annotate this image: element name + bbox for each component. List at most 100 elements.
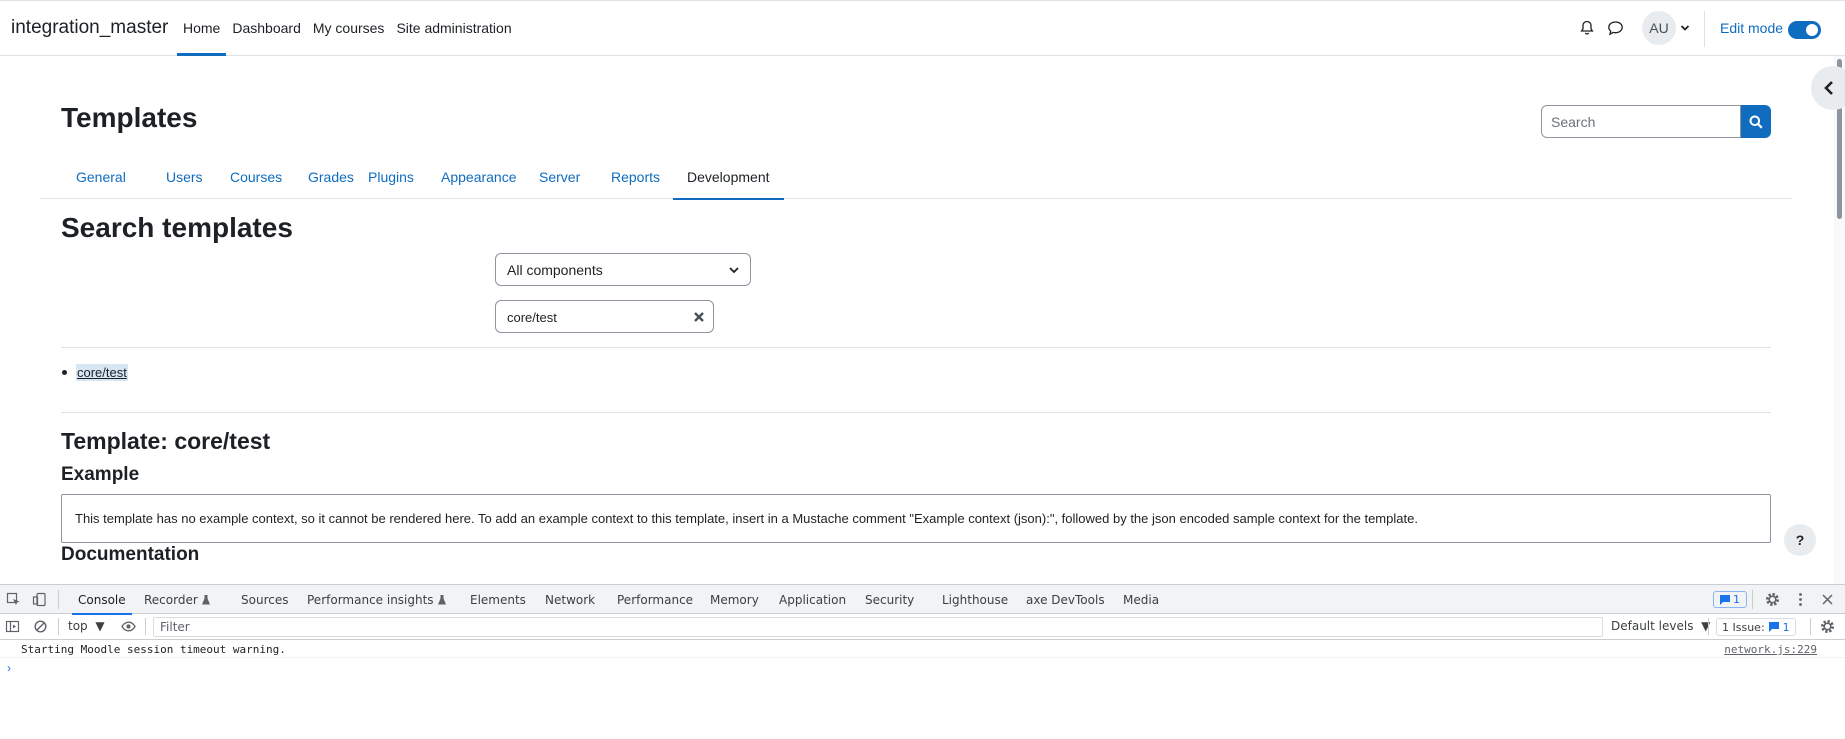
devtools-tab-performance-insights[interactable]: Performance insights [307, 585, 446, 614]
devtools-tab-recorder[interactable]: Recorder [144, 585, 210, 614]
gear-icon[interactable] [1765, 592, 1780, 607]
chevron-down-icon[interactable] [1680, 23, 1690, 33]
device-toolbar-icon[interactable] [32, 592, 47, 607]
issues-count: 1 [1782, 620, 1790, 634]
template-result-link[interactable]: core/test [76, 364, 128, 381]
edit-mode-toggle[interactable] [1788, 21, 1821, 39]
console-filter-input[interactable] [153, 617, 1603, 637]
console-source-link[interactable]: network.js:229 [1724, 643, 1817, 656]
devtools-tab-media[interactable]: Media [1123, 585, 1159, 614]
example-heading: Example [61, 464, 140, 485]
devtools-tab-elements[interactable]: Elements [470, 585, 526, 614]
message-icon [1768, 622, 1779, 632]
console-messages-badge[interactable]: 1 [1713, 591, 1747, 608]
clear-console-icon[interactable] [33, 619, 48, 634]
bullet [62, 370, 67, 375]
top-navbar: integration_master Home Dashboard My cou… [0, 0, 1845, 56]
devtools-tab-security[interactable]: Security [865, 585, 914, 614]
tab-reports[interactable]: Reports [597, 154, 674, 199]
log-levels-select[interactable]: Default levels ▼ [1611, 619, 1710, 633]
search-input[interactable] [1541, 105, 1741, 138]
context-value: top [68, 619, 88, 633]
tab-appearance[interactable]: Appearance [427, 154, 531, 199]
help-button[interactable]: ? [1784, 524, 1816, 556]
list-item: core/test [61, 364, 128, 381]
devtools-tab-memory[interactable]: Memory [710, 585, 759, 614]
example-text: This template has no example context, so… [75, 511, 1418, 526]
divider [61, 347, 1771, 348]
nav-home[interactable]: Home [177, 1, 227, 56]
notifications-bell-icon[interactable] [1579, 20, 1595, 36]
edit-mode-label[interactable]: Edit mode [1720, 20, 1783, 36]
nav-dashboard[interactable]: Dashboard [226, 1, 307, 55]
tab-development[interactable]: Development [673, 154, 784, 200]
nav-my-courses[interactable]: My courses [307, 1, 391, 55]
toolbar-separator [58, 618, 59, 635]
user-avatar[interactable]: AU [1642, 11, 1676, 45]
messages-chat-icon[interactable] [1607, 20, 1624, 37]
site-brand[interactable]: integration_master [11, 17, 168, 39]
toolbar-separator [58, 590, 59, 609]
devtools-tabbar: Console Recorder Sources Performance ins… [0, 585, 1845, 615]
eye-icon[interactable] [121, 619, 136, 634]
devtools-tab-sources[interactable]: Sources [241, 585, 288, 614]
chevron-left-icon [1824, 81, 1833, 95]
tab-server[interactable]: Server [525, 154, 594, 199]
console-message-row: Starting Moodle session timeout warning.… [0, 641, 1845, 658]
template-filter-input[interactable]: core/test [495, 300, 714, 333]
toggle-knob [1806, 24, 1818, 36]
toolbar-separator [1708, 618, 1709, 635]
devtools-panel: Console Recorder Sources Performance ins… [0, 584, 1845, 739]
component-select-value: All components [507, 261, 603, 278]
example-box: This template has no example context, so… [61, 494, 1771, 543]
page-title: Templates [61, 102, 198, 133]
devtools-tab-label: Performance insights [307, 592, 434, 607]
search-templates-heading: Search templates [61, 212, 293, 243]
console-settings-gear-icon[interactable] [1820, 619, 1835, 634]
console-prompt-chevron-icon[interactable]: › [7, 661, 11, 675]
toolbar-separator [1752, 590, 1753, 609]
console-message-text: Starting Moodle session timeout warning. [21, 643, 286, 656]
open-block-drawer-button[interactable] [1811, 66, 1845, 110]
devtools-tab-lighthouse[interactable]: Lighthouse [942, 585, 1008, 614]
devtools-tab-network[interactable]: Network [545, 585, 595, 614]
tab-courses[interactable]: Courses [216, 154, 296, 199]
tab-users[interactable]: Users [152, 154, 217, 199]
divider [61, 412, 1771, 413]
devtools-tab-performance[interactable]: Performance [617, 585, 693, 614]
clear-icon[interactable] [693, 311, 705, 323]
tab-plugins[interactable]: Plugins [354, 154, 428, 199]
console-toolbar: top ▼ Default levels ▼ 1 Issue: 1 [0, 614, 1845, 640]
more-options-icon[interactable] [1793, 592, 1808, 607]
help-label: ? [1795, 532, 1805, 548]
issues-button[interactable]: 1 Issue: 1 [1716, 618, 1796, 636]
issues-label: 1 Issue: [1722, 620, 1765, 634]
devtools-tab-axe-devtools[interactable]: axe DevTools [1026, 585, 1105, 614]
devtools-tab-console[interactable]: Console [72, 585, 132, 615]
template-title: Template: core/test [61, 428, 271, 454]
close-icon[interactable] [1820, 592, 1835, 607]
execution-context-select[interactable]: top ▼ [68, 619, 105, 633]
dropdown-triangle-icon: ▼ [91, 619, 105, 633]
documentation-heading: Documentation [61, 544, 200, 565]
show-sidebar-icon[interactable] [5, 619, 20, 634]
search-icon [1749, 115, 1763, 129]
nav-site-administration[interactable]: Site administration [390, 1, 517, 55]
navbar-divider [1704, 11, 1705, 47]
devtools-tab-application[interactable]: Application [779, 585, 846, 614]
page-scrollbar[interactable] [1834, 56, 1845, 584]
message-icon [1720, 594, 1730, 605]
inspect-element-icon[interactable] [6, 592, 21, 607]
levels-value: Default levels [1611, 619, 1694, 633]
chevron-down-icon [729, 266, 739, 273]
template-filter-value: core/test [507, 310, 557, 325]
tab-general[interactable]: General [62, 154, 140, 199]
devtools-tab-label: Recorder [144, 592, 198, 607]
component-select[interactable]: All components [495, 253, 751, 286]
primary-navigation: Home Dashboard My courses Site administr… [177, 1, 518, 56]
template-results-list: core/test [61, 364, 128, 381]
search-button[interactable] [1741, 105, 1771, 138]
toolbar-separator [1810, 618, 1811, 635]
message-count: 1 [1733, 593, 1740, 606]
flask-icon [201, 594, 210, 604]
